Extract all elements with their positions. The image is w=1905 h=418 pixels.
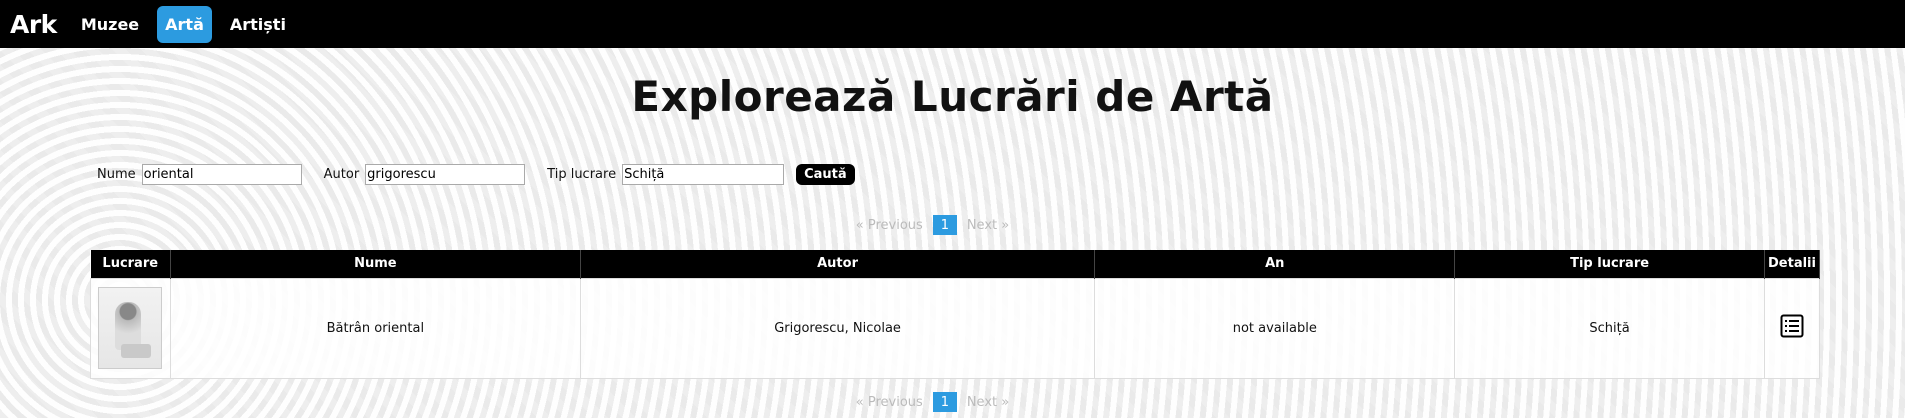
pagination-next[interactable]: Next » xyxy=(959,218,1017,233)
type-filter-label: Tip lucrare xyxy=(547,167,617,182)
pagination-top: « Previous 1 Next » xyxy=(0,215,1905,235)
brand-logo[interactable]: Ark xyxy=(10,10,57,39)
search-button[interactable]: Caută xyxy=(796,164,855,185)
pagination-bottom: « Previous 1 Next » xyxy=(0,392,1905,412)
artworks-table: Lucrare Nume Autor An Tip lucrare Detali… xyxy=(90,250,1821,379)
list-details-icon[interactable] xyxy=(1780,314,1804,342)
artwork-thumbnail[interactable] xyxy=(98,287,163,369)
thumbnail-figure xyxy=(115,302,142,350)
search-filters: Nume Autor Tip lucrare Caută xyxy=(97,164,855,185)
header-an: An xyxy=(1094,250,1456,278)
thumbnail-figure-base xyxy=(121,344,152,358)
pagination-previous-bottom[interactable]: « Previous xyxy=(848,395,931,410)
table-header-row: Lucrare Nume Autor An Tip lucrare Detali… xyxy=(90,250,1821,278)
header-lucrare: Lucrare xyxy=(90,250,171,278)
pagination-page-1-bottom[interactable]: 1 xyxy=(932,392,957,412)
artwork-name: Bătrân oriental xyxy=(169,277,581,379)
details-cell xyxy=(1763,277,1821,379)
artwork-author: Grigorescu, Nicolae xyxy=(579,277,1096,379)
artwork-cell xyxy=(90,277,171,379)
name-filter-label: Nume xyxy=(97,167,136,182)
header-nume: Nume xyxy=(170,250,581,278)
header-detalii: Detalii xyxy=(1764,250,1821,278)
header-tip-lucrare: Tip lucrare xyxy=(1454,250,1765,278)
type-filter-input[interactable] xyxy=(622,164,785,185)
pagination-previous[interactable]: « Previous xyxy=(848,218,931,233)
nav-item-muzee[interactable]: Muzee xyxy=(73,6,147,43)
top-navbar: Ark Muzee Artă Artiști xyxy=(0,0,1905,48)
next-label-bottom: Next xyxy=(966,394,998,410)
nav-item-arta[interactable]: Artă xyxy=(157,5,212,43)
pagination-next-bottom[interactable]: Next » xyxy=(959,395,1017,410)
name-filter-input[interactable] xyxy=(141,164,302,185)
next-label: Next xyxy=(966,217,998,233)
author-filter-label: Autor xyxy=(323,167,360,182)
previous-label-bottom: Previous xyxy=(867,394,923,410)
page-title: Explorează Lucrări de Artă xyxy=(631,72,1274,121)
table-row: Bătrân oriental Grigorescu, Nicolae not … xyxy=(90,277,1821,379)
artwork-year: not available xyxy=(1094,277,1456,379)
author-filter-input[interactable] xyxy=(365,164,526,185)
nav-item-artisti[interactable]: Artiști xyxy=(222,6,294,43)
artwork-type: Schiță xyxy=(1454,277,1765,379)
pagination-page-1[interactable]: 1 xyxy=(932,215,957,235)
previous-label: Previous xyxy=(867,217,923,233)
header-autor: Autor xyxy=(580,250,1096,278)
